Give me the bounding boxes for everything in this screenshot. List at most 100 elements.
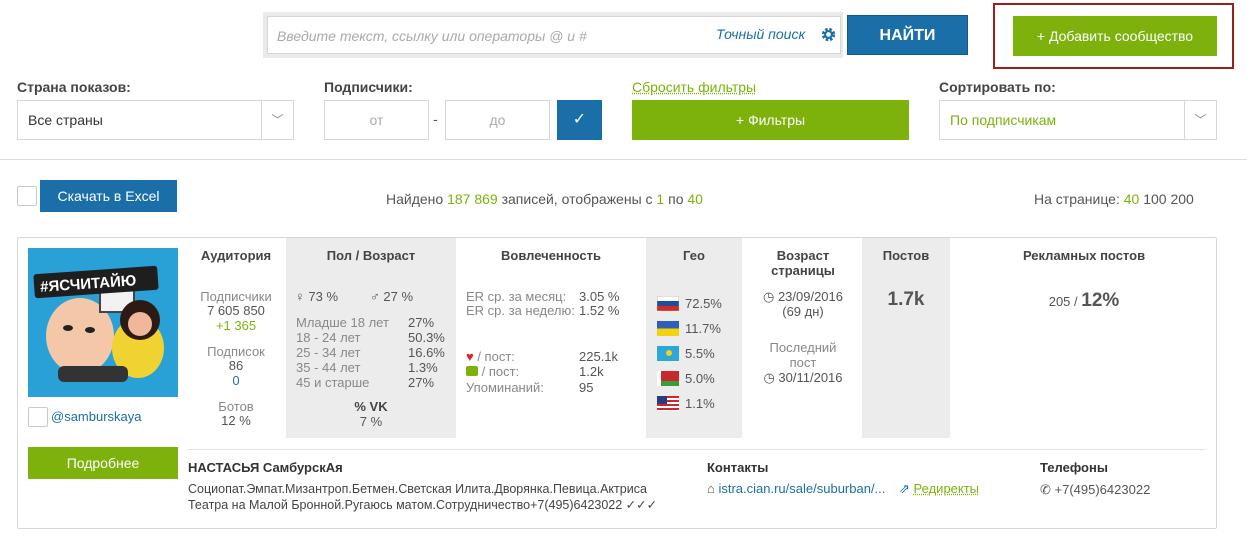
home-icon: ⌂: [707, 481, 719, 496]
usa-flag-icon: [657, 396, 679, 411]
last-post-label: Последний пост: [769, 340, 837, 370]
age-label: 45 и старше: [296, 375, 370, 390]
posts-value: 1.7k: [887, 289, 925, 310]
contacts-row: ⌂ istra.cian.ru/sale/suburban/... ⇗ Реди…: [707, 481, 979, 497]
likes-value: 225.1k: [579, 349, 619, 364]
find-button[interactable]: НАЙТИ: [847, 15, 968, 55]
gender-age-header: Пол / Возраст: [326, 248, 416, 263]
age-label: 25 - 34 лет: [296, 345, 361, 360]
mentions-label: Упоминаний:: [466, 380, 544, 395]
country-value: Все страны: [28, 112, 103, 128]
apply-subscribers-button[interactable]: ✓: [557, 100, 602, 140]
er-week-value: 1.52 %: [579, 303, 620, 318]
clock-icon: ◷: [762, 289, 778, 304]
age-value: 50.3%: [408, 330, 445, 345]
per-page-option[interactable]: 200: [1170, 191, 1193, 207]
subscribers-to-input[interactable]: до: [445, 100, 550, 140]
comments-value: 1.2k: [579, 364, 604, 379]
geo-value: 11.7%: [685, 321, 721, 336]
ukraine-flag-icon: [657, 321, 679, 336]
card-divider: [188, 449, 1206, 450]
female-value: 73 %: [308, 289, 339, 304]
age-value: 27%: [408, 375, 435, 390]
audience-header: Аудитория: [200, 248, 272, 263]
community-description: Социопат.Эмпат.Мизантроп.Бетмен.Светская…: [188, 481, 698, 513]
engagement-header: Вовлеченность: [501, 248, 601, 263]
last-post-value: 30/11/2016: [778, 370, 843, 385]
page-age-days: (69 дн): [782, 304, 824, 319]
bots-value: 12 %: [221, 413, 251, 428]
divider: [0, 159, 1247, 160]
kazakhstan-flag-icon: [657, 346, 679, 361]
comments-label: / пост:: [478, 364, 520, 379]
likes-label: / пост:: [473, 349, 515, 364]
subscribers-from-input[interactable]: от: [324, 100, 429, 140]
geo-list: 72.5% 11.7% 5.5% 5.0% 1.1%: [657, 291, 722, 416]
mentions-value: 95: [579, 380, 594, 395]
sort-select[interactable]: По подписчикам ﹀: [939, 100, 1217, 140]
phones-title: Телефоны: [1040, 460, 1108, 475]
community-name: НАСТАСЬЯ СамбурскАя: [188, 460, 343, 475]
per-page-option[interactable]: 40: [1124, 191, 1140, 207]
row-checkbox[interactable]: [28, 407, 48, 427]
avatar-image: #ЯСЧИТАЙЮ: [28, 248, 178, 397]
female-icon: ♀: [295, 289, 309, 304]
vk-value: 7 %: [359, 414, 383, 429]
ad-posts-count: 205 /: [1048, 294, 1082, 309]
search-placeholder: Введите текст, ссылку или операторы @ и …: [277, 28, 587, 44]
per-page-label: На странице:: [1034, 191, 1124, 207]
er-month-label: ER ср. за месяц:: [466, 289, 567, 304]
phone-row: ✆ +7(495)6423022: [1040, 482, 1150, 498]
geo-value: 5.0%: [685, 371, 715, 386]
likes-stat: ♥ / пост:: [466, 349, 515, 364]
exact-search-toggle[interactable]: Точный поиск: [716, 26, 805, 42]
select-all-checkbox[interactable]: [17, 186, 37, 206]
subscribers-label: Подписчики:: [324, 79, 413, 95]
country-select[interactable]: Все страны ﹀: [17, 100, 294, 140]
redirects-link[interactable]: Редиректы: [914, 481, 979, 496]
posts-column: [862, 238, 950, 438]
ad-posts-stat: 205 / 12%: [954, 290, 1214, 312]
chevron-down-icon: ﹀: [1184, 101, 1216, 139]
geo-header: Гео: [683, 248, 705, 263]
age-value: 27%: [408, 315, 435, 330]
age-values: 27% 50.3% 16.6% 1.3% 27%: [408, 315, 445, 390]
gear-icon[interactable]: [820, 26, 837, 43]
reset-filters-link[interactable]: Сбросить фильтры: [632, 79, 756, 95]
community-avatar[interactable]: #ЯСЧИТАЙЮ: [28, 248, 178, 397]
page-age-header: Возраст страницы: [771, 248, 835, 278]
community-handle[interactable]: @samburskaya: [51, 409, 142, 424]
add-community-button[interactable]: + Добавить сообщество: [1013, 16, 1217, 56]
per-page-option[interactable]: 100: [1143, 191, 1166, 207]
geo-item: 72.5%: [657, 291, 722, 316]
comment-icon: [466, 366, 478, 376]
subscribers-label: Подписчики: [200, 289, 272, 304]
sort-value: По подписчикам: [950, 112, 1057, 128]
more-filters-button[interactable]: + Фильтры: [632, 100, 909, 140]
geo-item: 5.5%: [657, 341, 722, 366]
created-date: ◷ 23/09/2016: [748, 289, 858, 305]
geo-value: 72.5%: [685, 296, 722, 311]
male-stat: ♂ 27 %: [370, 289, 413, 304]
ad-posts-header: Рекламных постов: [1022, 248, 1146, 263]
geo-item: 5.0%: [657, 366, 722, 391]
er-week-label: ER ср. за неделю:: [466, 303, 575, 318]
male-value: 27 %: [383, 289, 414, 304]
ad-posts-percent: 12%: [1081, 290, 1120, 311]
geo-item: 11.7%: [657, 316, 722, 341]
following-value: 86: [228, 358, 244, 373]
male-icon: ♂: [370, 289, 384, 304]
vk-label: % VK: [354, 399, 388, 414]
found-count: 187 869: [447, 191, 498, 207]
geo-item: 1.1%: [657, 391, 722, 416]
contacts-link[interactable]: istra.cian.ru/sale/suburban/...: [718, 481, 885, 496]
posts-header: Постов: [882, 248, 930, 263]
female-stat: ♀ 73 %: [295, 289, 338, 304]
comments-stat: / пост:: [466, 364, 519, 379]
details-button[interactable]: Подробнее: [28, 447, 178, 479]
range-dash: -: [433, 111, 438, 127]
phone-value: +7(495)6423022: [1054, 482, 1151, 497]
download-excel-button[interactable]: Скачать в Excel: [40, 180, 177, 212]
chevron-down-icon: ﹀: [261, 101, 293, 139]
geo-value: 5.5%: [685, 346, 715, 361]
